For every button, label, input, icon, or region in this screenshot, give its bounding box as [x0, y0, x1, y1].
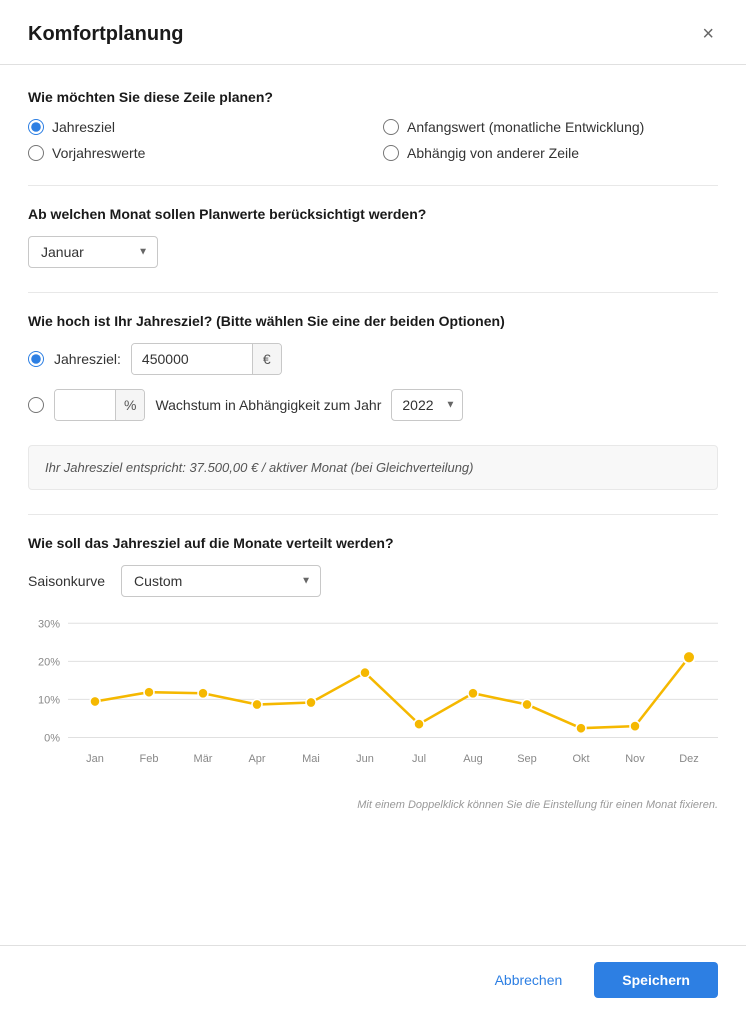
- svg-text:30%: 30%: [38, 618, 60, 630]
- svg-text:Nov: Nov: [625, 753, 645, 765]
- modal-footer: Abbrechen Speichern: [0, 945, 746, 1014]
- svg-text:Feb: Feb: [140, 753, 159, 765]
- jahresziel-input-wrapper: €: [131, 343, 282, 375]
- saisonkurve-label: Saisonkurve: [28, 573, 105, 589]
- svg-text:Dez: Dez: [679, 753, 699, 765]
- radio-jahresziel[interactable]: Jahresziel: [28, 119, 363, 135]
- svg-text:Jul: Jul: [412, 753, 426, 765]
- jahresziel-row: Jahresziel: €: [28, 343, 718, 375]
- close-button[interactable]: ×: [698, 20, 718, 48]
- svg-text:0%: 0%: [44, 732, 60, 744]
- info-box: Ihr Jahresziel entspricht: 37.500,00 € /…: [28, 445, 718, 490]
- svg-text:Jun: Jun: [356, 753, 374, 765]
- year-select-wrapper: 2019 2020 2021 2022 2023 ▼: [391, 389, 463, 421]
- radio-jahresziel-label: Jahresziel: [52, 119, 115, 135]
- radio-abhaengig[interactable]: Abhängig von anderer Zeile: [383, 145, 718, 161]
- modal-header: Komfortplanung ×: [0, 0, 746, 65]
- chart-container: 30% 20% 10% 0%: [28, 613, 718, 793]
- radio-vorjahr-label: Vorjahreswerte: [52, 145, 145, 161]
- jahresziel-options: Jahresziel: € % Wachstum in Abhängigkeit…: [28, 343, 718, 421]
- radio-anfangswert-label: Anfangswert (monatliche Entwicklung): [407, 119, 644, 135]
- wachstum-input-wrapper: %: [54, 389, 145, 421]
- wachstum-label[interactable]: Wachstum in Abhängigkeit zum Jahr: [155, 397, 381, 413]
- info-box-text: Ihr Jahresziel entspricht: 37.500,00 € /…: [45, 460, 474, 475]
- chart-svg: 30% 20% 10% 0%: [28, 613, 718, 793]
- chart-hint: Mit einem Doppelklick können Sie die Ein…: [28, 799, 718, 811]
- svg-text:Aug: Aug: [463, 753, 483, 765]
- section1-label: Wie möchten Sie diese Zeile planen?: [28, 89, 718, 105]
- divider-2: [28, 292, 718, 293]
- save-button[interactable]: Speichern: [594, 962, 718, 998]
- modal-title: Komfortplanung: [28, 23, 184, 46]
- svg-text:Jan: Jan: [86, 753, 104, 765]
- svg-text:Sep: Sep: [517, 753, 537, 765]
- radio-jz-wachstum[interactable]: [28, 397, 44, 413]
- month-select[interactable]: Januar Februar März April Mai Juni Juli …: [28, 236, 158, 268]
- saisonkurve-select-wrapper: Custom Gleichverteilung Vorjahr ▼: [121, 565, 321, 597]
- radio-jz-fixed[interactable]: [28, 351, 44, 367]
- section3-label: Wie hoch ist Ihr Jahresziel? (Bitte wähl…: [28, 313, 718, 329]
- section-jahresziel: Wie hoch ist Ihr Jahresziel? (Bitte wähl…: [28, 313, 718, 421]
- section-verteilung: Wie soll das Jahresziel auf die Monate v…: [28, 535, 718, 811]
- divider-1: [28, 185, 718, 186]
- radio-abhaengig-input[interactable]: [383, 145, 399, 161]
- wachstum-input[interactable]: [55, 390, 115, 420]
- svg-text:10%: 10%: [38, 694, 60, 706]
- saisonkurve-row: Saisonkurve Custom Gleichverteilung Vorj…: [28, 565, 718, 597]
- section-start-month: Ab welchen Monat sollen Planwerte berück…: [28, 206, 718, 268]
- jahresziel-unit: €: [252, 344, 281, 374]
- radio-anfangswert[interactable]: Anfangswert (monatliche Entwicklung): [383, 119, 718, 135]
- svg-text:20%: 20%: [38, 656, 60, 668]
- svg-text:Okt: Okt: [572, 753, 590, 765]
- wachstum-unit: %: [115, 390, 144, 420]
- radio-anfangswert-input[interactable]: [383, 119, 399, 135]
- svg-text:Mai: Mai: [302, 753, 320, 765]
- cancel-button[interactable]: Abbrechen: [479, 964, 579, 996]
- radio-abhaengig-label: Abhängig von anderer Zeile: [407, 145, 579, 161]
- divider-3: [28, 514, 718, 515]
- month-select-wrapper: Januar Februar März April Mai Juni Juli …: [28, 236, 158, 268]
- saisonkurve-select[interactable]: Custom Gleichverteilung Vorjahr: [121, 565, 321, 597]
- section2-label: Ab welchen Monat sollen Planwerte berück…: [28, 206, 718, 222]
- modal-komfortplanung: Komfortplanung × Wie möchten Sie diese Z…: [0, 0, 746, 1014]
- jz-fixed-label[interactable]: Jahresziel:: [54, 351, 121, 367]
- svg-text:Mär: Mär: [194, 753, 213, 765]
- svg-text:Apr: Apr: [248, 753, 265, 765]
- jahresziel-input[interactable]: [132, 344, 252, 374]
- radio-jahresziel-input[interactable]: [28, 119, 44, 135]
- year-select[interactable]: 2019 2020 2021 2022 2023: [391, 389, 463, 421]
- plan-type-radio-group: Jahresziel Anfangswert (monatliche Entwi…: [28, 119, 718, 161]
- radio-vorjahr-input[interactable]: [28, 145, 44, 161]
- section4-label: Wie soll das Jahresziel auf die Monate v…: [28, 535, 718, 551]
- wachstum-row: % Wachstum in Abhängigkeit zum Jahr 2019…: [28, 389, 718, 421]
- modal-body: Wie möchten Sie diese Zeile planen? Jahr…: [0, 65, 746, 945]
- radio-vorjahr[interactable]: Vorjahreswerte: [28, 145, 363, 161]
- section-plan-type: Wie möchten Sie diese Zeile planen? Jahr…: [28, 89, 718, 161]
